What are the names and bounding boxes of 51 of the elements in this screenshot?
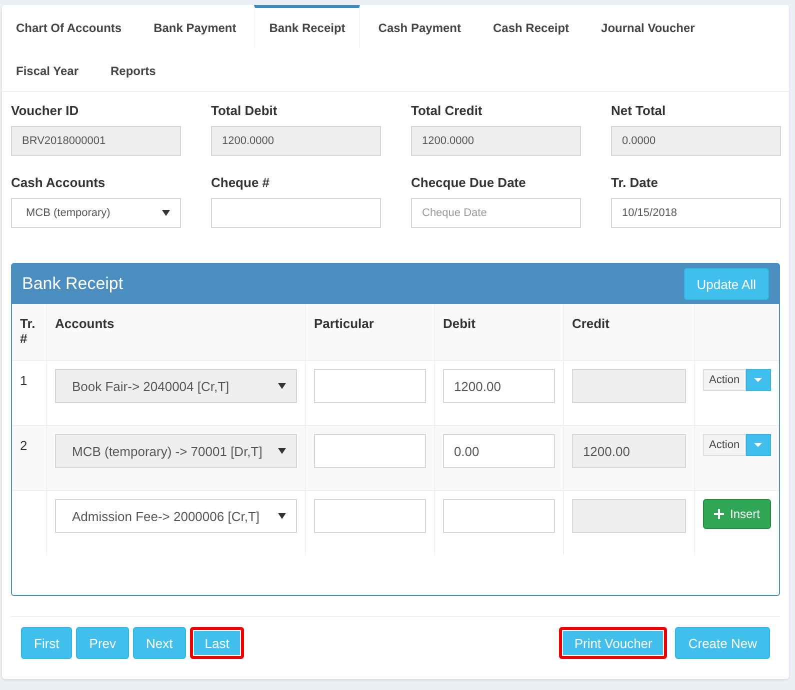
caret-icon (162, 210, 170, 216)
select-field[interactable]: MCB (temporary) (11, 198, 181, 228)
caret-icon (278, 448, 286, 454)
tab[interactable]: Chart Of Accounts (2, 5, 136, 48)
field-label: Total Credit (411, 102, 484, 120)
column-header: Tr. # (20, 316, 36, 346)
panel-title: Bank Receipt (22, 274, 124, 294)
credit-field: 1200.00 (572, 434, 686, 468)
dropdown-button[interactable] (746, 369, 771, 391)
tab[interactable]: Cash Receipt (479, 5, 584, 48)
field-label: Cheque # (211, 174, 271, 192)
row-number: 1 (20, 373, 28, 388)
input-field[interactable]: Cheque Date (411, 198, 581, 228)
input-field: BRV2018000001 (11, 126, 181, 156)
account-select[interactable]: Admission Fee-> 2000006 [Cr,T] (54, 499, 297, 533)
input-field[interactable]: 10/15/2018 (611, 198, 781, 228)
caret-icon (753, 377, 764, 383)
column-header: Accounts (54, 316, 114, 331)
field-label: Voucher ID (11, 102, 80, 120)
caret-icon (278, 513, 286, 519)
field-label: Total Debit (211, 102, 278, 120)
tab[interactable]: Bank Payment (140, 5, 250, 48)
caret-icon (753, 442, 764, 448)
particular-field[interactable] (314, 499, 426, 533)
column-header: Debit (442, 316, 476, 331)
field-label: Checque Due Date (411, 174, 527, 192)
tab[interactable]: Cash Payment (364, 5, 475, 48)
input-field: 1200.0000 (411, 126, 581, 156)
tab[interactable]: Reports (96, 48, 170, 91)
particular-field[interactable] (314, 434, 426, 468)
column-header: Credit (572, 316, 610, 331)
debit-field[interactable] (442, 499, 555, 533)
input-field: 1200.0000 (211, 126, 381, 156)
row-number: 2 (20, 438, 28, 453)
tab[interactable]: Fiscal Year (2, 48, 92, 91)
input-field[interactable] (211, 198, 381, 228)
field-label: Net Total (611, 102, 667, 120)
debit-field[interactable]: 0.00 (442, 434, 555, 468)
caret-icon (278, 383, 286, 389)
action-button[interactable]: Action (702, 434, 746, 456)
tab[interactable]: Journal Voucher (587, 5, 709, 48)
debit-field[interactable]: 1200.00 (442, 369, 555, 403)
field-label: Cash Accounts (11, 174, 106, 192)
tab[interactable]: Bank Receipt (254, 5, 360, 48)
plus-icon (714, 509, 724, 519)
action-button[interactable]: Action (702, 369, 746, 391)
dropdown-button[interactable] (746, 434, 771, 456)
field-label: Tr. Date (611, 174, 659, 192)
particular-field[interactable] (314, 369, 426, 403)
input-field: 0.0000 (611, 126, 781, 156)
column-header: Particular (314, 316, 374, 331)
